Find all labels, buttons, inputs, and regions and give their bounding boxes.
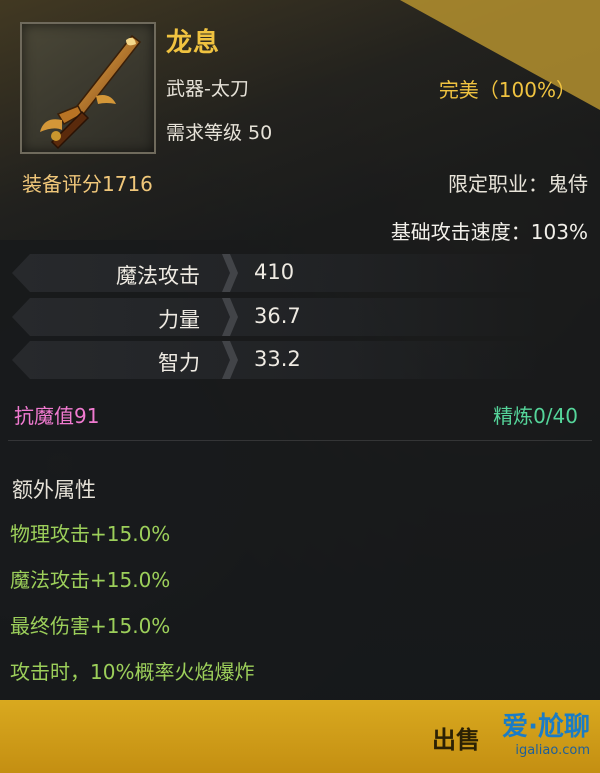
watermark-logo: 爱·尬聊 [502, 712, 590, 742]
item-tooltip-panel: 龙息 武器-太刀 需求等级 50 完美（100%） 装备评分1716 限定职业：… [0, 0, 600, 700]
attribute-row: 魔法攻击 410 [12, 254, 560, 292]
attribute-name: 智力 [158, 351, 200, 375]
extra-attribute-line: 最终伤害+15.0% [10, 614, 171, 638]
attribute-row: 力量 36.7 [12, 298, 560, 336]
item-name: 龙息 [166, 28, 221, 58]
equipment-score: 装备评分1716 [22, 172, 153, 196]
magic-resist: 抗魔值91 [14, 404, 100, 428]
quality-label: 完美（100%） [438, 78, 576, 102]
attack-speed: 基础攻击速度：103% [390, 220, 588, 244]
attribute-name: 力量 [158, 308, 200, 332]
extra-attributes-title: 额外属性 [12, 478, 96, 502]
item-type: 武器-太刀 [166, 78, 249, 100]
attribute-value: 33.2 [254, 347, 301, 371]
attribute-value: 410 [254, 260, 295, 284]
attribute-name: 魔法攻击 [116, 264, 200, 288]
watermark-url: igaliao.com [515, 743, 590, 758]
section-divider [8, 440, 592, 441]
action-bar: 出售 爱·尬聊 igaliao.com [0, 700, 600, 773]
attribute-value: 36.7 [254, 304, 301, 328]
attribute-row: 智力 33.2 [12, 341, 560, 379]
class-restriction: 限定职业：鬼侍 [448, 172, 588, 196]
sell-button[interactable]: 出售 [432, 720, 480, 755]
item-icon-frame [20, 22, 156, 154]
watermark: 爱·尬聊 igaliao.com [502, 706, 590, 758]
level-requirement: 需求等级 50 [166, 122, 273, 144]
extra-attribute-line: 攻击时，10%概率火焰爆炸 [10, 660, 255, 684]
extra-attribute-line: 魔法攻击+15.0% [10, 568, 171, 592]
flame-sword-icon [40, 34, 142, 150]
extra-attribute-line: 物理攻击+15.0% [10, 522, 171, 546]
refine-progress: 精炼0/40 [493, 404, 578, 428]
